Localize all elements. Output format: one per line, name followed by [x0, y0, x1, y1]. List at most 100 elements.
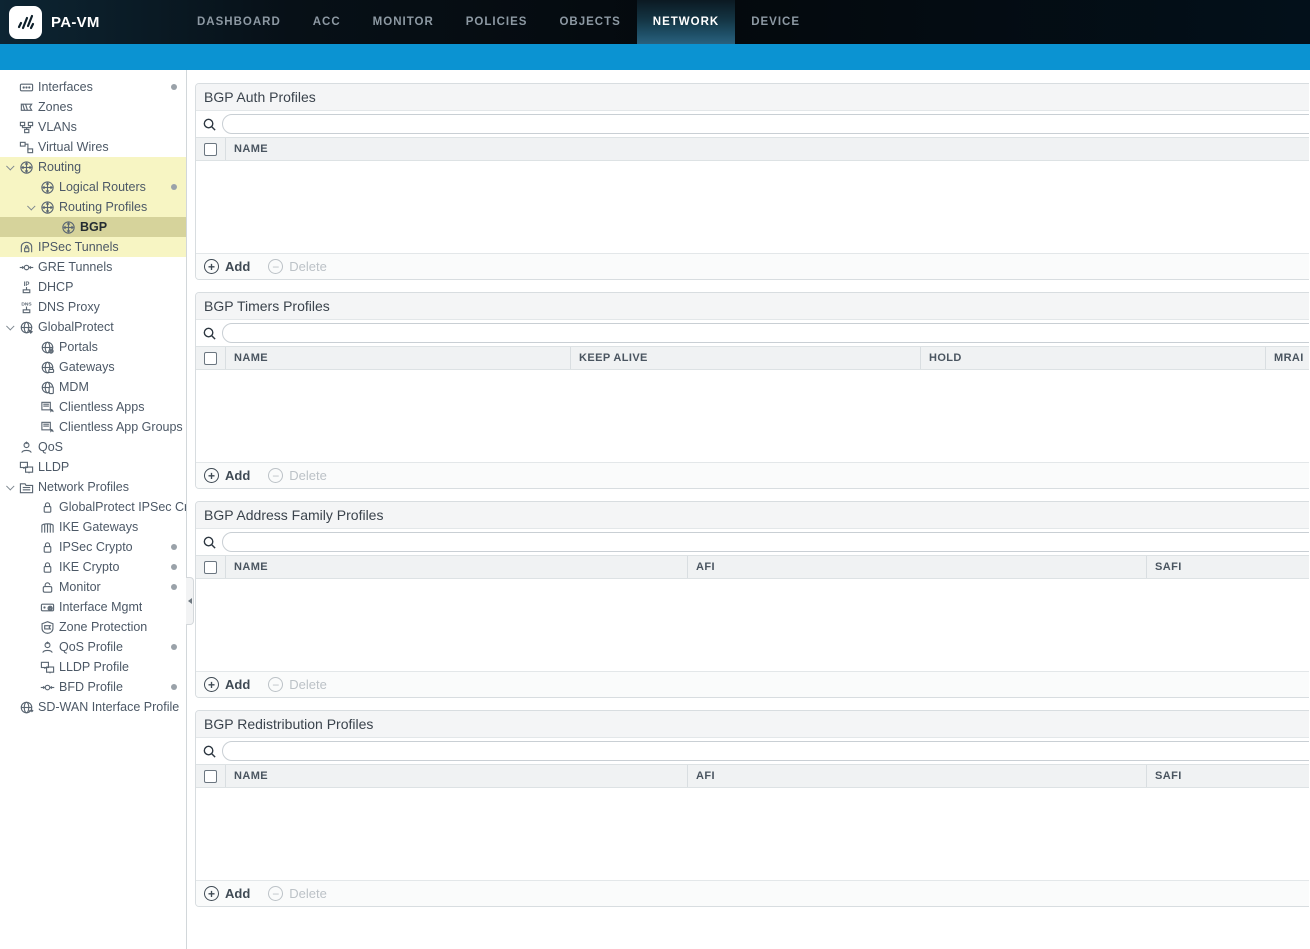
table-header-row: NAME AFI SAFI: [196, 555, 1309, 579]
sidebar-item-ike-crypto[interactable]: IKE Crypto: [0, 557, 186, 577]
chevron-down-icon[interactable]: [24, 202, 39, 211]
app-title: PA-VM: [51, 13, 100, 31]
sidebar-item-label: MDM: [59, 380, 89, 394]
column-header-name[interactable]: NAME: [226, 556, 688, 578]
column-header-name[interactable]: NAME: [226, 347, 571, 369]
sidebar-item-label: GlobalProtect IPSec Crypto: [59, 500, 186, 514]
sidebar-item-virtual-wires[interactable]: Virtual Wires: [0, 137, 186, 157]
sidebar-item-zone-protection[interactable]: Zone Protection: [0, 617, 186, 637]
tab-objects[interactable]: OBJECTS: [543, 0, 636, 44]
select-all-checkbox[interactable]: [204, 560, 217, 574]
sidebar-item-bgp[interactable]: BGP: [0, 217, 186, 237]
status-dot: [171, 584, 177, 590]
sidebar-item-lldp[interactable]: LLDP: [0, 457, 186, 477]
search-bar: [196, 529, 1309, 555]
tab-dashboard[interactable]: DASHBOARD: [181, 0, 297, 44]
sidebar-item-globalprotect[interactable]: GlobalProtect: [0, 317, 186, 337]
sidebar-item-label: Interface Mgmt: [59, 600, 143, 614]
sidebar-item-label: Virtual Wires: [38, 140, 109, 154]
select-all-checkbox[interactable]: [204, 142, 217, 156]
sidebar-item-label: IKE Gateways: [59, 520, 139, 534]
chevron-down-icon[interactable]: [3, 162, 18, 171]
sidebar-item-network-profiles[interactable]: Network Profiles: [0, 477, 186, 497]
column-header-afi[interactable]: AFI: [688, 765, 1147, 787]
tab-policies[interactable]: POLICIES: [450, 0, 544, 44]
sidebar-item-portals[interactable]: Portals: [0, 337, 186, 357]
sidebar-item-interfaces[interactable]: Interfaces: [0, 77, 186, 97]
add-button[interactable]: + Add: [204, 468, 250, 483]
delete-button[interactable]: − Delete: [268, 677, 327, 692]
select-all-checkbox[interactable]: [204, 769, 217, 783]
sidebar-item-ipsec-crypto[interactable]: IPSec Crypto: [0, 537, 186, 557]
chevron-down-icon[interactable]: [3, 482, 18, 491]
lldp-icon: [18, 459, 35, 475]
sidebar-item-dns-proxy[interactable]: DNS DNS Proxy: [0, 297, 186, 317]
delete-button[interactable]: − Delete: [268, 259, 327, 274]
tab-acc[interactable]: ACC: [297, 0, 357, 44]
network-profiles-icon: [18, 479, 35, 495]
sidebar-item-interface-mgmt[interactable]: Interface Mgmt: [0, 597, 186, 617]
search-input[interactable]: [222, 323, 1309, 343]
ike-gateways-icon: [39, 519, 56, 535]
search-input[interactable]: [222, 532, 1309, 552]
sidebar-item-label: IPSec Crypto: [59, 540, 133, 554]
table-body-empty: [196, 788, 1309, 880]
column-header-keep-alive[interactable]: KEEP ALIVE: [571, 347, 921, 369]
sidebar-item-ike-gateways[interactable]: IKE Gateways: [0, 517, 186, 537]
zone-protection-icon: [39, 619, 56, 635]
sidebar-item-monitor[interactable]: Monitor: [0, 577, 186, 597]
tab-network[interactable]: NETWORK: [636, 0, 736, 44]
tab-device[interactable]: DEVICE: [735, 0, 816, 44]
logical-routers-icon: [39, 179, 56, 195]
delete-button-label: Delete: [289, 677, 327, 692]
sidebar-collapse-handle[interactable]: [186, 577, 194, 625]
sidebar-item-label: Gateways: [59, 360, 115, 374]
delete-button[interactable]: − Delete: [268, 468, 327, 483]
sidebar-item-lldp-profile[interactable]: LLDP Profile: [0, 657, 186, 677]
search-icon: [202, 535, 222, 550]
bgp-icon: [60, 219, 77, 235]
sidebar-item-logical-routers[interactable]: Logical Routers: [0, 177, 186, 197]
panel-bgp-redistribution-profiles: BGP Redistribution Profiles NAME AFI SAFI + A…: [195, 710, 1309, 907]
column-header-name[interactable]: NAME: [226, 765, 688, 787]
add-button[interactable]: + Add: [204, 259, 250, 274]
sidebar-item-globalprotect-ipsec-crypto[interactable]: GlobalProtect IPSec Crypto: [0, 497, 186, 517]
tab-monitor[interactable]: MONITOR: [357, 0, 450, 44]
search-input[interactable]: [222, 114, 1309, 134]
delete-button-label: Delete: [289, 468, 327, 483]
column-header-safi[interactable]: SAFI: [1147, 556, 1309, 578]
status-dot: [171, 684, 177, 690]
sidebar-item-vlans[interactable]: VLANs: [0, 117, 186, 137]
sidebar-item-sd-wan-interface-profile[interactable]: SD-WAN Interface Profile: [0, 697, 186, 717]
add-button[interactable]: + Add: [204, 886, 250, 901]
search-input[interactable]: [222, 741, 1309, 761]
sidebar-item-qos[interactable]: QoS: [0, 437, 186, 457]
panel-bgp-timers-profiles: BGP Timers Profiles NAME KEEP ALIVE HOLD MRA…: [195, 292, 1309, 489]
add-button[interactable]: + Add: [204, 677, 250, 692]
column-header-name[interactable]: NAME: [226, 138, 1309, 160]
lldp-profile-icon: [39, 659, 56, 675]
virtual-wires-icon: [18, 139, 35, 155]
select-all-checkbox[interactable]: [204, 351, 217, 365]
sidebar-item-qos-profile[interactable]: QoS Profile: [0, 637, 186, 657]
sidebar-item-mdm[interactable]: MDM: [0, 377, 186, 397]
column-header-mrai[interactable]: MRAI: [1266, 347, 1309, 369]
panel-bgp-address-family-profiles: BGP Address Family Profiles NAME AFI SAFI + A…: [195, 501, 1309, 698]
sidebar-item-zones[interactable]: Zones: [0, 97, 186, 117]
column-header-hold[interactable]: HOLD: [921, 347, 1266, 369]
sidebar-item-gre-tunnels[interactable]: GRE Tunnels: [0, 257, 186, 277]
plus-circle-icon: +: [204, 886, 219, 901]
column-header-safi[interactable]: SAFI: [1147, 765, 1309, 787]
chevron-down-icon[interactable]: [3, 322, 18, 331]
column-header-afi[interactable]: AFI: [688, 556, 1147, 578]
sidebar-item-gateways[interactable]: Gateways: [0, 357, 186, 377]
sidebar-item-clientless-apps[interactable]: Clientless Apps: [0, 397, 186, 417]
sidebar-item-clientless-app-groups[interactable]: Clientless App Groups: [0, 417, 186, 437]
delete-button[interactable]: − Delete: [268, 886, 327, 901]
sidebar-item-routing-profiles[interactable]: Routing Profiles: [0, 197, 186, 217]
sidebar-item-ipsec-tunnels[interactable]: IPSec Tunnels: [0, 237, 186, 257]
gre-tunnels-icon: [18, 259, 35, 275]
sidebar-item-routing[interactable]: Routing: [0, 157, 186, 177]
sidebar-item-dhcp[interactable]: IP DHCP: [0, 277, 186, 297]
sidebar-item-bfd-profile[interactable]: BFD Profile: [0, 677, 186, 697]
